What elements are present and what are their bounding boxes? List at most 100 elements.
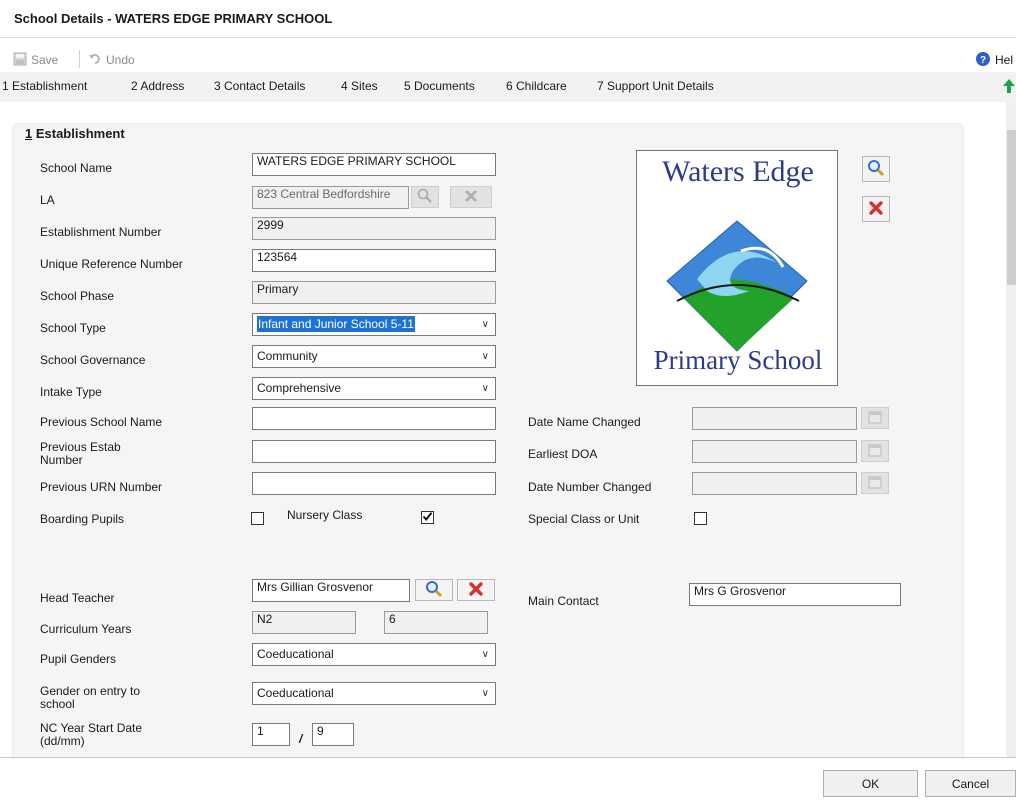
boarding-pupils-label: Boarding Pupils: [40, 512, 125, 526]
logo-delete-button[interactable]: [862, 196, 890, 222]
delete-icon: [868, 200, 884, 219]
la-label: LA: [40, 193, 55, 207]
nursery-class-checkbox[interactable]: [421, 511, 434, 524]
head-teacher-clear-button[interactable]: [457, 579, 495, 601]
school-governance-label: School Governance: [40, 353, 146, 367]
earliest-doa-calendar-button[interactable]: [861, 440, 889, 462]
ok-button[interactable]: OK: [823, 770, 918, 797]
help-button[interactable]: ? Hel: [975, 51, 1013, 69]
tab-establishment[interactable]: 1 Establishment: [2, 79, 87, 93]
gender-on-entry-value: Coeducational: [257, 686, 334, 700]
intake-type-value: Comprehensive: [257, 381, 342, 395]
calendar-icon: [868, 410, 882, 427]
school-phase-label: School Phase: [40, 289, 115, 303]
intake-type-label: Intake Type: [40, 385, 102, 399]
previous-school-name-label: Previous School Name: [40, 415, 163, 429]
school-name-label: School Name: [40, 161, 113, 175]
tab-address[interactable]: 2 Address: [131, 79, 184, 93]
earliest-doa-label: Earliest DOA: [528, 447, 598, 461]
scrollbar-thumb[interactable]: [1007, 130, 1016, 285]
undo-label: Undo: [106, 53, 135, 67]
boarding-pupils-checkbox[interactable]: [251, 512, 264, 525]
special-class-checkbox[interactable]: [694, 512, 707, 525]
tab-sites[interactable]: 4 Sites: [341, 79, 378, 93]
pupil-genders-select[interactable]: Coeducational ∨: [252, 643, 496, 666]
la-clear-button[interactable]: [450, 186, 492, 208]
pupil-genders-label: Pupil Genders: [40, 652, 117, 666]
search-icon: [425, 580, 443, 601]
search-icon: [867, 159, 885, 180]
gender-on-entry-label: Gender on entry to school: [40, 684, 141, 711]
la-field: 823 Central Bedfordshire: [252, 186, 409, 209]
school-governance-select[interactable]: Community ∨: [252, 345, 496, 368]
logo-view-button[interactable]: [862, 156, 890, 182]
go-to-top-icon[interactable]: [1002, 78, 1016, 97]
date-name-changed-label: Date Name Changed: [528, 415, 641, 429]
earliest-doa-field: [692, 440, 857, 463]
chevron-down-icon: ∨: [481, 649, 489, 660]
previous-school-name-input[interactable]: [252, 407, 496, 430]
tab-support-unit-details[interactable]: 7 Support Unit Details: [597, 79, 714, 93]
main-contact-input[interactable]: Mrs G Grosvenor: [689, 583, 901, 606]
curriculum-years-label: Curriculum Years: [40, 622, 132, 636]
la-search-button[interactable]: [411, 186, 439, 208]
head-teacher-label: Head Teacher: [40, 591, 115, 605]
urn-label: Unique Reference Number: [40, 257, 183, 271]
head-teacher-field: Mrs Gillian Grosvenor: [252, 579, 410, 602]
save-button[interactable]: Save: [13, 51, 58, 69]
date-number-changed-field: [692, 472, 857, 495]
tab-childcare[interactable]: 6 Childcare: [506, 79, 567, 93]
previous-urn-input[interactable]: [252, 472, 496, 495]
logo-graphic: [666, 220, 808, 352]
head-teacher-search-button[interactable]: [415, 579, 453, 601]
school-type-value: Infant and Junior School 5-11: [257, 316, 415, 332]
school-governance-value: Community: [257, 349, 318, 363]
previous-urn-label: Previous URN Number: [40, 480, 163, 494]
logo-top-text: Waters Edge: [662, 155, 814, 188]
school-name-input[interactable]: WATERS EDGE PRIMARY SCHOOL: [252, 153, 496, 176]
chevron-down-icon: ∨: [481, 688, 489, 699]
tab-documents[interactable]: 5 Documents: [404, 79, 475, 93]
main-contact-label: Main Contact: [528, 594, 599, 608]
previous-estab-number-input[interactable]: [252, 440, 496, 463]
svg-text:?: ?: [980, 55, 986, 66]
tab-contact-details[interactable]: 3 Contact Details: [214, 79, 305, 93]
date-number-changed-calendar-button[interactable]: [861, 472, 889, 494]
help-icon: ?: [975, 51, 991, 70]
search-icon: [417, 188, 433, 207]
help-label: Hel: [995, 53, 1014, 67]
date-number-changed-label: Date Number Changed: [528, 480, 652, 494]
curriculum-to-field: 6: [384, 611, 488, 634]
calendar-icon: [868, 443, 882, 460]
window-title: School Details - WATERS EDGE PRIMARY SCH…: [14, 11, 333, 26]
school-type-select[interactable]: Infant and Junior School 5-11 ∨: [252, 313, 496, 336]
school-logo: Waters Edge Primary School: [636, 150, 838, 386]
curriculum-from-field: N2: [252, 611, 356, 634]
toolbar-divider: [79, 50, 80, 68]
special-class-label: Special Class or Unit: [528, 512, 640, 526]
nc-month-input[interactable]: 9: [312, 723, 354, 746]
nc-day-input[interactable]: 1: [252, 723, 290, 746]
cancel-button[interactable]: Cancel: [925, 770, 1016, 797]
section-title: 1 Establishment: [25, 126, 125, 141]
date-separator: /: [299, 732, 303, 746]
toolbar: [0, 38, 1016, 72]
intake-type-select[interactable]: Comprehensive ∨: [252, 377, 496, 400]
chevron-down-icon: ∨: [481, 383, 489, 394]
section-title-text: Establishment: [32, 126, 125, 141]
establishment-number-label: Establishment Number: [40, 225, 162, 239]
delete-icon: [468, 581, 484, 600]
undo-icon: [88, 52, 102, 69]
close-icon: [463, 188, 479, 207]
undo-button[interactable]: Undo: [88, 51, 135, 69]
chevron-down-icon: ∨: [481, 319, 489, 330]
save-label: Save: [31, 53, 59, 67]
previous-estab-number-label: Previous Estab Number: [40, 440, 121, 467]
gender-on-entry-select[interactable]: Coeducational ∨: [252, 682, 496, 705]
school-type-label: School Type: [40, 321, 106, 335]
urn-input[interactable]: 123564: [252, 249, 496, 272]
save-icon: [13, 52, 27, 69]
date-name-changed-calendar-button[interactable]: [861, 407, 889, 429]
pupil-genders-value: Coeducational: [257, 647, 334, 661]
chevron-down-icon: ∨: [481, 351, 489, 362]
